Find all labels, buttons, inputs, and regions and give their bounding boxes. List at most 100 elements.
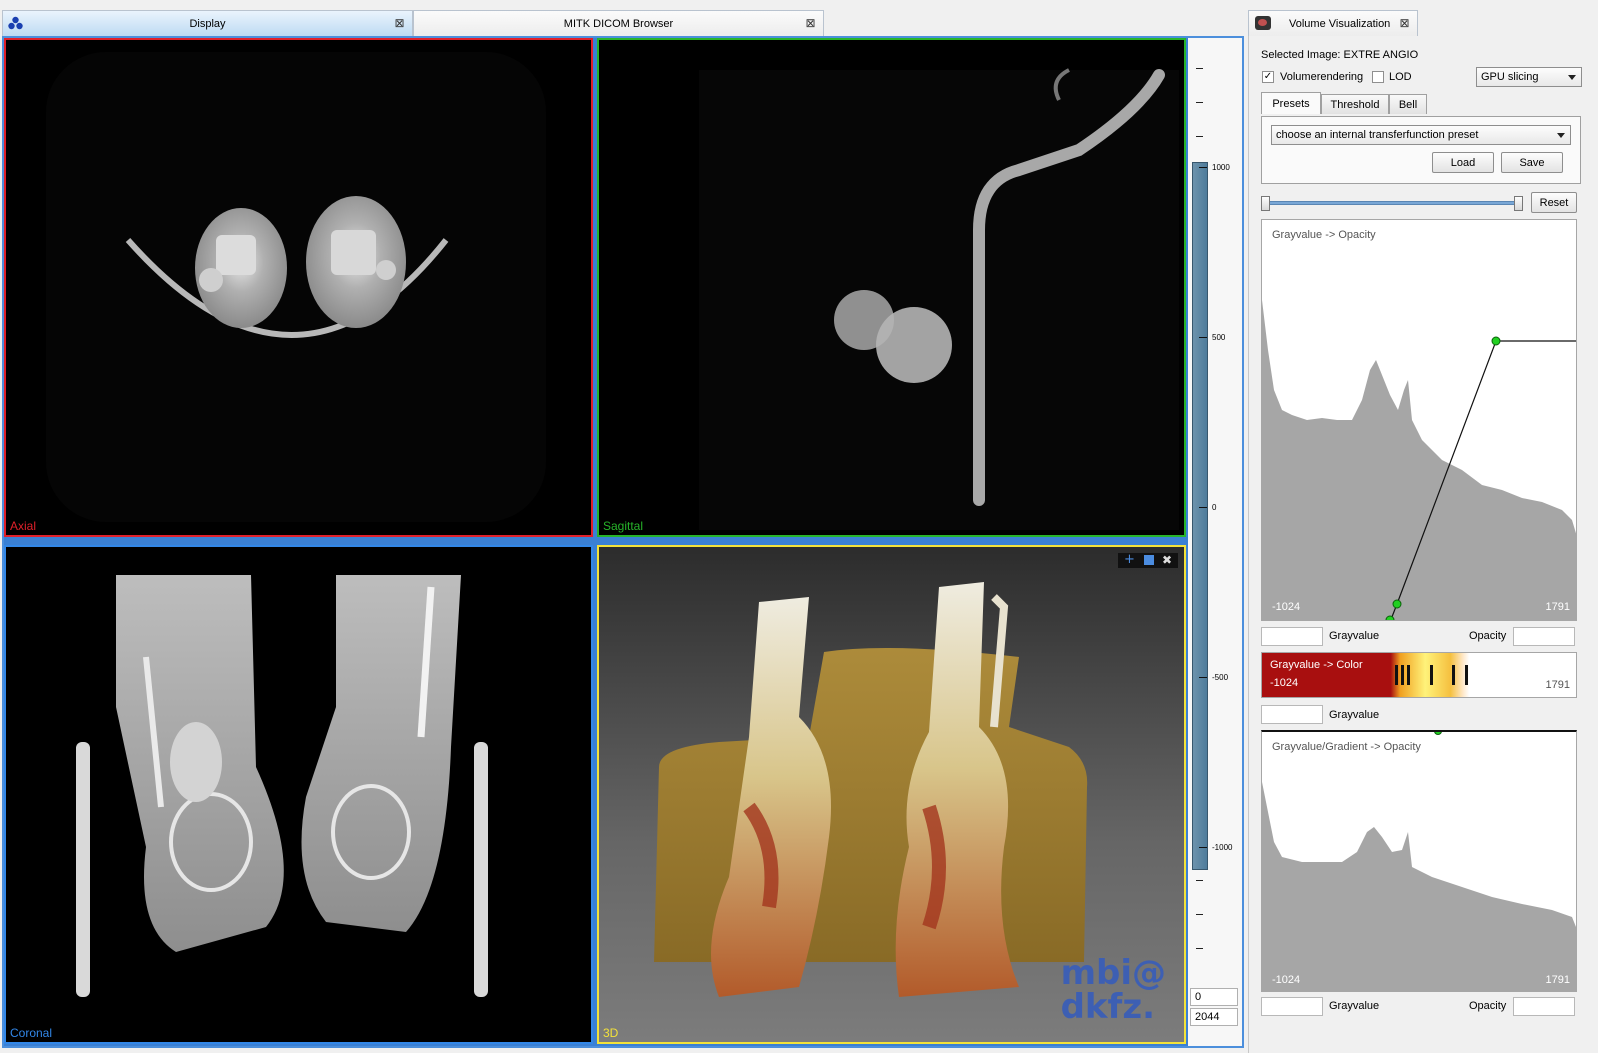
tab-bell-label: Bell	[1398, 98, 1418, 111]
opacity-value-label: Opacity	[1469, 630, 1507, 642]
presets-page: choose an internal transferfunction pres…	[1261, 116, 1581, 184]
gradient-tf-min: -1024	[1272, 974, 1301, 986]
color-point-marker[interactable]	[1395, 665, 1398, 685]
layout-icon[interactable]	[1144, 555, 1154, 565]
tab-display-label: Display	[189, 18, 226, 30]
close-icon[interactable]: ⊠	[393, 17, 406, 30]
color-tf-max: 1791	[1545, 679, 1570, 691]
render-mode-select[interactable]: GPU slicing	[1476, 67, 1582, 87]
slider-track	[1265, 201, 1519, 205]
color-grayvalue-input[interactable]	[1261, 705, 1323, 724]
tick	[1199, 507, 1207, 508]
tab-dicom-browser-label: MITK DICOM Browser	[563, 18, 674, 30]
tab-bell[interactable]: Bell	[1389, 94, 1427, 114]
color-point-marker[interactable]	[1401, 665, 1404, 685]
reset-button[interactable]: Reset	[1531, 192, 1577, 213]
opacity-grayvalue-input[interactable]	[1261, 627, 1323, 646]
coronal-image	[76, 575, 488, 997]
color-transfer-function[interactable]: Grayvalue -> Color -1024 1791	[1261, 652, 1577, 698]
tick	[1199, 337, 1207, 338]
level-window-bar[interactable]	[1192, 162, 1208, 870]
slider-max-handle[interactable]	[1514, 196, 1523, 211]
volume-visualization-icon	[1255, 16, 1271, 30]
view3d-label: 3D	[603, 1026, 619, 1040]
dkfz-watermark: mbi@ dkfz.	[1061, 956, 1166, 1024]
lw-label-500: 500	[1212, 333, 1226, 342]
gradient-tf-title: Grayvalue/Gradient -> Opacity	[1272, 741, 1421, 753]
lw-label-0: 0	[1212, 503, 1217, 512]
tools-icon[interactable]: ✖	[1162, 553, 1172, 567]
color-point-marker[interactable]	[1452, 665, 1455, 685]
opacity-transfer-function[interactable]: Grayvalue -> Opacity -1024 1791	[1261, 219, 1577, 621]
tab-threshold-label: Threshold	[1330, 98, 1380, 111]
sagittal-view[interactable]: Sagittal	[597, 38, 1186, 537]
color-point-marker[interactable]	[1430, 665, 1433, 685]
tab-display[interactable]: Display ⊠	[2, 10, 413, 37]
axial-image	[46, 52, 546, 522]
tick	[1199, 167, 1207, 168]
lw-label-1000: 1000	[1212, 163, 1230, 172]
slider-min-handle[interactable]	[1261, 196, 1270, 211]
tick	[1196, 136, 1203, 137]
sagittal-label: Sagittal	[603, 519, 644, 533]
opacity-histogram	[1262, 300, 1576, 620]
level-window-widget[interactable]: 1000 500 0 -500 -1000 0 2044	[1188, 38, 1242, 1046]
color-point-marker[interactable]	[1465, 665, 1468, 685]
render-mode-value: GPU slicing	[1481, 71, 1539, 83]
view-3d[interactable]: + ✖ mbi@ dkfz. 3D	[597, 545, 1186, 1044]
level-input[interactable]: 0	[1190, 988, 1238, 1006]
load-button[interactable]: Load	[1432, 152, 1494, 173]
gradient-grayvalue-input[interactable]	[1261, 997, 1323, 1016]
volume-visualization-panel: Selected Image: EXTRE ANGIO ✓ Volumerend…	[1248, 36, 1598, 1053]
gradient-opacity-input[interactable]	[1513, 997, 1575, 1016]
panel-title: Volume Visualization	[1289, 18, 1391, 30]
tick	[1199, 847, 1207, 848]
mitk-logo-icon	[8, 16, 23, 30]
color-point-marker[interactable]	[1407, 665, 1410, 685]
tab-threshold[interactable]: Threshold	[1321, 94, 1389, 114]
preset-select[interactable]: choose an internal transferfunction pres…	[1271, 125, 1571, 145]
preset-select-value: choose an internal transferfunction pres…	[1276, 129, 1479, 141]
window-input[interactable]: 2044	[1190, 1008, 1238, 1026]
tab-presets-label: Presets	[1272, 97, 1310, 110]
chevron-down-icon	[1557, 133, 1565, 138]
opacity-tf-title: Grayvalue -> Opacity	[1272, 229, 1376, 241]
gradient-grayvalue-label: Grayvalue	[1329, 1000, 1380, 1012]
crosshair-icon[interactable]: +	[1124, 553, 1135, 567]
coronal-view[interactable]: Coronal	[4, 545, 593, 1044]
view3d-toolbar: + ✖	[1118, 553, 1178, 568]
tick	[1196, 68, 1203, 69]
close-icon[interactable]: ⊠	[804, 17, 817, 30]
gradient-histogram	[1262, 782, 1576, 991]
tick	[1196, 948, 1203, 949]
save-button[interactable]: Save	[1501, 152, 1563, 173]
color-tf-min: -1024	[1270, 677, 1299, 689]
color-tf-title: Grayvalue -> Color	[1270, 659, 1363, 671]
tick	[1196, 914, 1203, 915]
tick	[1196, 102, 1203, 103]
lod-checkbox[interactable]	[1372, 71, 1384, 83]
tab-presets[interactable]: Presets	[1261, 92, 1321, 114]
gradient-tf-max: 1791	[1545, 974, 1570, 986]
opacity-value-input[interactable]	[1513, 627, 1575, 646]
watermark-line1: mbi@	[1060, 953, 1166, 993]
range-slider[interactable]	[1261, 196, 1523, 211]
chevron-down-icon	[1568, 75, 1576, 80]
tab-volume-visualization[interactable]: Volume Visualization ⊠	[1248, 10, 1418, 37]
preset-tabbar: Presets Threshold Bell	[1261, 92, 1581, 116]
watermark-line2: dkfz.	[1060, 987, 1156, 1027]
gradient-transfer-function[interactable]: Grayvalue/Gradient -> Opacity -1024 1791	[1261, 730, 1577, 992]
tab-dicom-browser[interactable]: MITK DICOM Browser ⊠	[413, 10, 824, 37]
gradient-opacity-label: Opacity	[1469, 1000, 1507, 1012]
axial-view[interactable]: Axial	[4, 38, 593, 537]
close-icon[interactable]: ⊠	[1398, 17, 1411, 30]
lod-label: LOD	[1389, 71, 1412, 83]
volumerendering-checkbox[interactable]: ✓	[1262, 71, 1274, 83]
lw-label-minus500: -500	[1212, 673, 1229, 682]
view-tab-bar: Volume Visualization ⊠	[1246, 10, 1598, 37]
color-grayvalue-label: Grayvalue	[1329, 709, 1380, 721]
coronal-label: Coronal	[10, 1026, 53, 1040]
sagittal-image	[699, 68, 1179, 530]
tick	[1199, 677, 1207, 678]
opacity-tf-max: 1791	[1545, 601, 1570, 613]
